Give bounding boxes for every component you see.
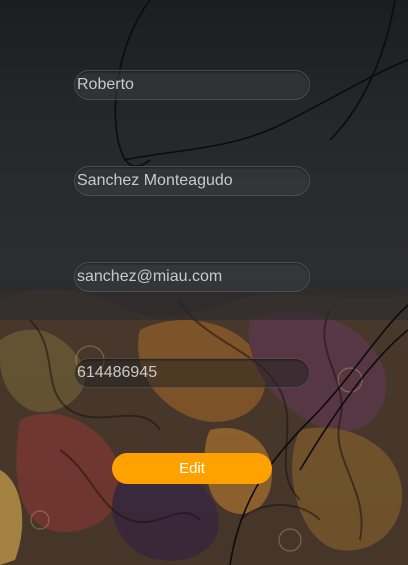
- first-name-field[interactable]: Roberto: [74, 70, 310, 100]
- edit-button[interactable]: Edit: [112, 453, 272, 484]
- email-field[interactable]: sanchez@miau.com: [74, 262, 310, 292]
- phone-field[interactable]: 614486945: [74, 358, 310, 388]
- last-name-field[interactable]: Sanchez Monteagudo: [74, 166, 310, 196]
